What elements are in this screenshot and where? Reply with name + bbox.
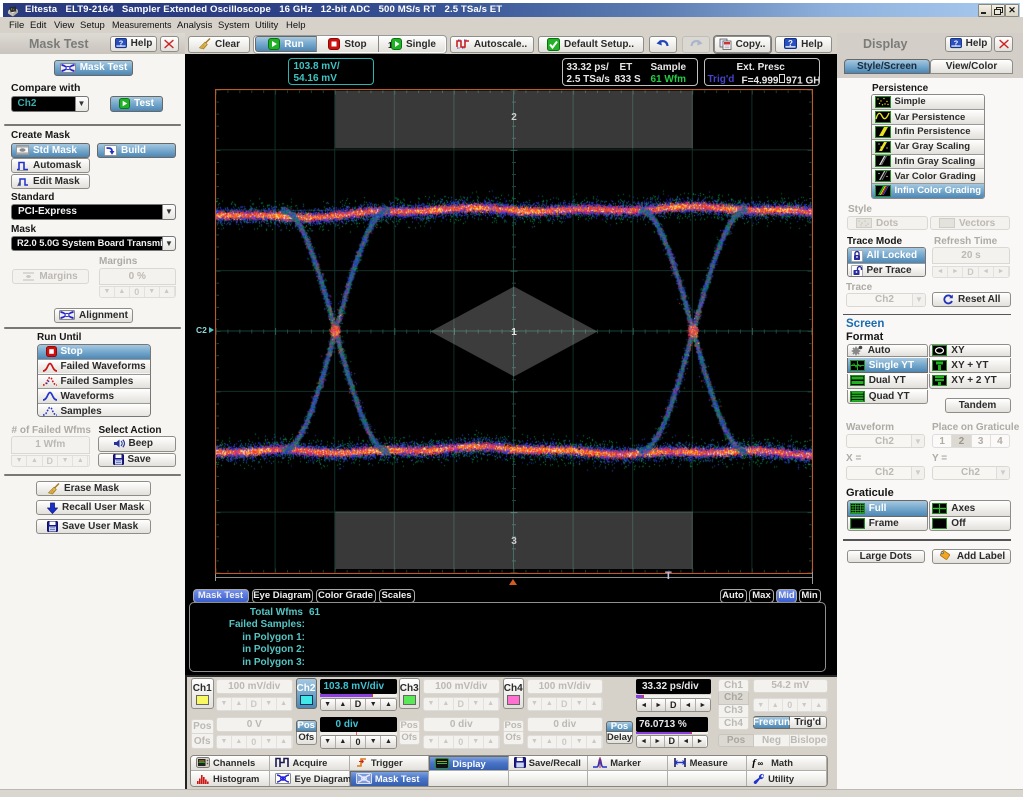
svg-text:?: ?: [953, 38, 958, 47]
svg-text:∞: ∞: [758, 759, 764, 768]
svg-text:f: f: [752, 758, 757, 769]
svg-text:?: ?: [788, 39, 793, 48]
svg-text:?: ?: [118, 38, 123, 47]
